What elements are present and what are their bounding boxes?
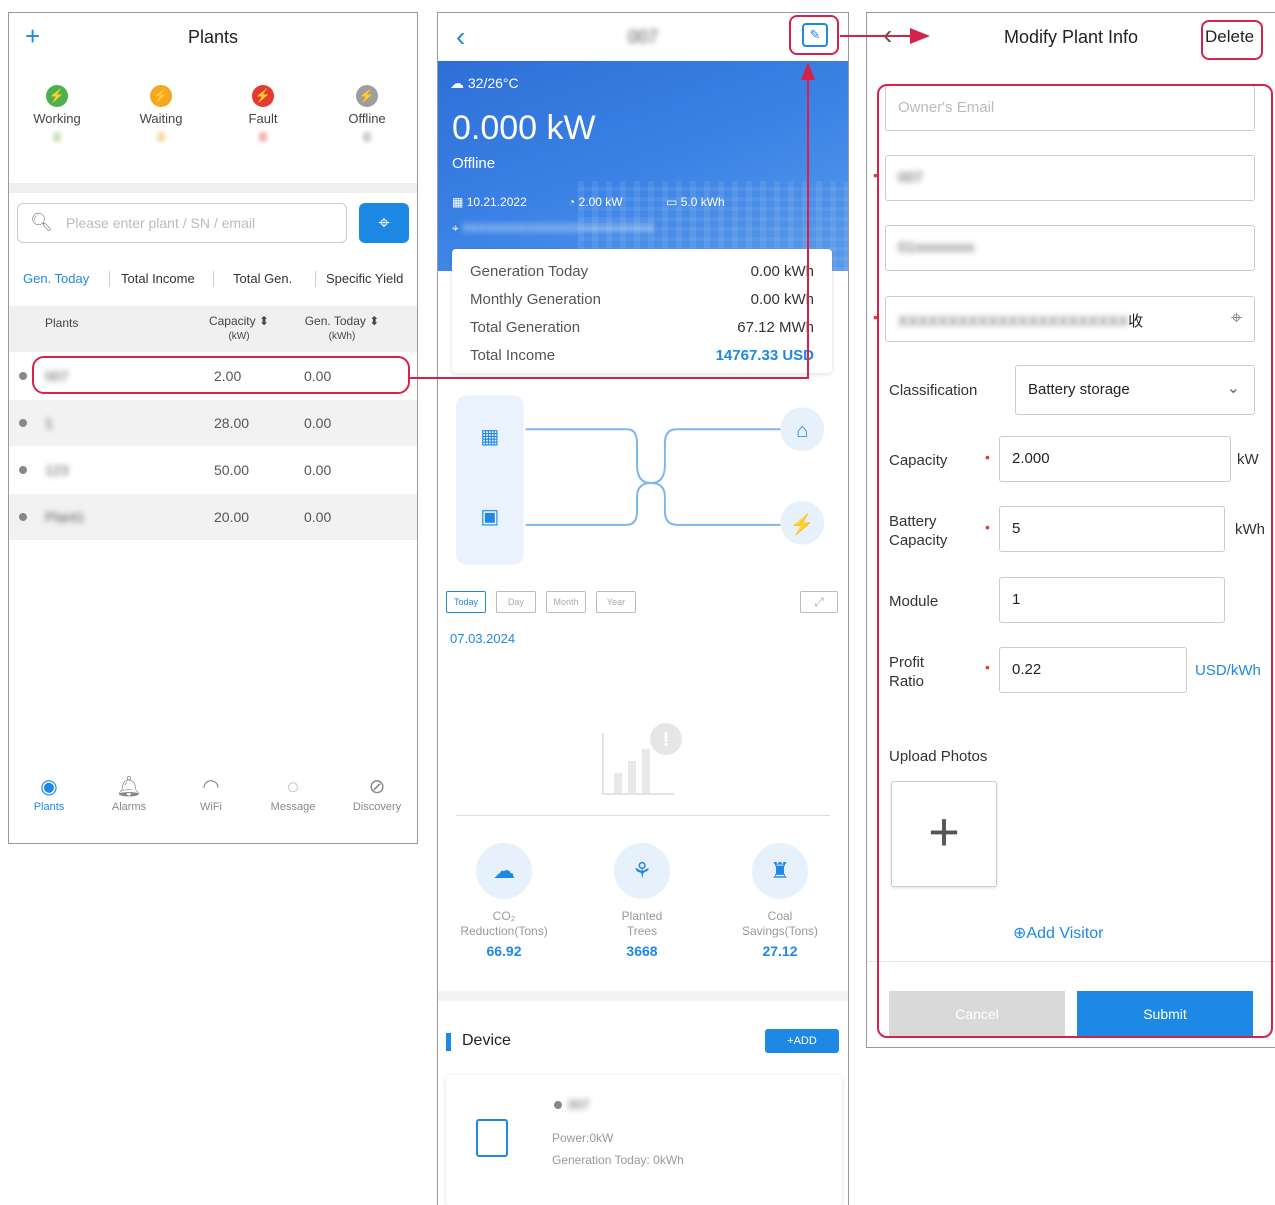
arrowhead-right — [910, 28, 930, 44]
callout-arrows — [410, 28, 930, 379]
arrowhead-up — [801, 62, 815, 80]
arrow-row-to-detail — [410, 80, 809, 379]
